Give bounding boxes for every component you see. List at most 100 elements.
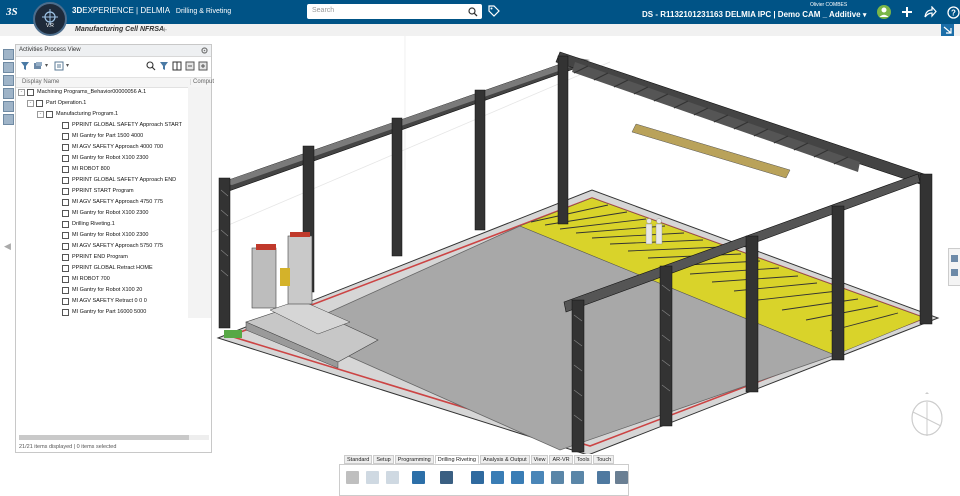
tree-row[interactable]: MI AGV SAFETY Approach 4750 775 [16,197,211,208]
expand-all-icon[interactable] [198,61,208,71]
replay-icon[interactable] [597,471,610,484]
tree-row[interactable]: PPRINT START Program [16,186,211,197]
search-input[interactable]: Search [307,4,482,19]
add-tab-icon[interactable]: + [162,24,167,36]
ribbon-tab[interactable]: Programming [394,455,434,464]
pattern-icon[interactable] [551,471,564,484]
image-icon[interactable] [951,269,958,276]
tree-row[interactable]: MI Gantry for Robot X100 2300 [16,208,211,219]
ribbon-tab[interactable]: AR-VR [549,455,573,464]
right-side-panel [948,248,960,286]
tree-row[interactable]: MI AGV SAFETY Approach 4000 700 [16,142,211,153]
drilling-operation-icon[interactable] [471,471,484,484]
tree-row[interactable]: MI AGV SAFETY Retract 0 0 0 [16,296,211,307]
tag-icon[interactable] [488,5,500,19]
horizontal-scrollbar[interactable] [19,435,209,440]
ribbon-tab[interactable]: Tools [573,455,593,464]
tree-row[interactable]: MI ROBOT 700 [16,274,211,285]
sequence-icon[interactable] [531,471,544,484]
tree-row[interactable]: MI Gantry for Part 16000 5000 [16,307,211,318]
collapse-node-icon[interactable]: - [18,89,25,96]
ribbon-tab[interactable]: Setup [373,455,394,464]
gear-icon[interactable] [201,47,208,54]
svg-text:?: ? [951,8,956,17]
sort-icon[interactable] [54,61,64,71]
ribbon-tab[interactable]: Drilling Riveting [434,455,479,464]
ribbon-tab[interactable]: Touch [593,455,615,464]
computed-cell [188,153,211,164]
tree-row[interactable]: MI Gantry for Part 1500 4000 [16,131,211,142]
computed-cell [188,263,211,274]
pprint-icon [62,177,69,184]
property-icon[interactable] [951,255,958,262]
dassault-logo-icon[interactable]: 3S [5,4,24,20]
properties-icon[interactable] [3,114,14,125]
column-computed[interactable]: Comput [190,79,214,85]
tree-row[interactable]: MI AGV SAFETY Approach 5750 775 [16,241,211,252]
search-icon[interactable] [468,7,478,17]
catalog-icon[interactable] [3,88,14,99]
tree-row[interactable]: MI Gantry for Robot X100 2300 [16,230,211,241]
tree-row[interactable]: PPRINT GLOBAL SAFETY Approach END [16,175,211,186]
add-icon[interactable] [899,4,915,20]
collapse-node-icon[interactable]: - [27,100,34,107]
list-icon[interactable] [3,101,14,112]
computed-cell [188,120,211,131]
approach-icon[interactable] [571,471,584,484]
tree-row[interactable]: PPRINT END Program [16,252,211,263]
3d-compass-button[interactable]: V.R [33,2,67,36]
tree-row[interactable]: - Manufacturing Program.1 [16,109,211,120]
computed-cell [188,230,211,241]
machine-icon[interactable] [440,471,453,484]
collapse-node-icon[interactable]: - [37,111,44,118]
top-bar: 3S 3DEXPERIENCE | DELMIA Drilling & Rive… [0,0,960,24]
user-avatar[interactable] [876,4,892,20]
layers-icon[interactable] [3,62,14,73]
move-icon [62,309,69,316]
undo-icon[interactable] [412,471,425,484]
columns-icon[interactable] [172,61,182,71]
compass-icon[interactable] [905,392,949,440]
chevron-down-icon[interactable]: ▾ [66,62,69,69]
tree-row[interactable]: PPRINT GLOBAL SAFETY Approach START [16,120,211,131]
scrollbar-thumb[interactable] [19,435,189,440]
simulate-icon[interactable] [615,471,628,484]
chevron-down-icon[interactable]: ▾ [45,62,48,69]
ribbon-tab[interactable]: Standard [344,455,373,464]
move-icon [62,243,69,250]
tree-row[interactable]: MI Gantry for Robot X100 2300 [16,153,211,164]
paste-icon[interactable] [386,471,399,484]
tree-row[interactable]: MI ROBOT 800 [16,164,211,175]
tree-row[interactable]: - Part Operation.1 [16,98,211,109]
filter-icon[interactable] [20,61,30,71]
help-icon[interactable]: ? [945,4,960,20]
search-icon[interactable] [146,61,156,71]
filter-settings-icon[interactable] [159,61,169,71]
cut-icon[interactable] [346,471,359,484]
left-toolbar [3,49,14,125]
fastener-icon[interactable] [511,471,524,484]
tree-row[interactable]: Drilling Riveting.1 [16,219,211,230]
tree-row[interactable]: PPRINT GLOBAL Retract HOME [16,263,211,274]
copy-icon[interactable] [366,471,379,484]
share-icon[interactable] [922,4,938,20]
panel-title: Activities Process View [19,47,81,53]
ribbon-tab[interactable]: Analysis & Output [479,455,530,464]
tree-row[interactable]: MI Gantry for Robot X100 20 [16,285,211,296]
app-name: Drilling & Riveting [175,8,232,15]
collapse-left-icon[interactable]: ◀ [4,241,11,252]
context-label[interactable]: DS - R1132101231163 DELMIA IPC | Demo CA… [642,10,866,19]
tree-row-label: PPRINT START Program [72,188,134,194]
fit-all-icon[interactable] [941,24,954,36]
column-display-name[interactable]: Display Name [22,79,59,85]
layer-options-icon[interactable] [33,61,43,71]
filter-icon[interactable] [3,75,14,86]
tree-row[interactable]: - Machining Programs_Behavior00000056 A.1 [16,87,211,98]
tree-row-label: MI Gantry for Robot X100 20 [72,287,143,293]
export-icon[interactable] [185,61,195,71]
ribbon-tab[interactable]: View [530,455,549,464]
manufacturing-cell-scene[interactable] [212,36,960,454]
chevron-down-icon[interactable]: ▾ [863,12,867,19]
tree-icon[interactable] [3,49,14,60]
riveting-icon[interactable] [491,471,504,484]
